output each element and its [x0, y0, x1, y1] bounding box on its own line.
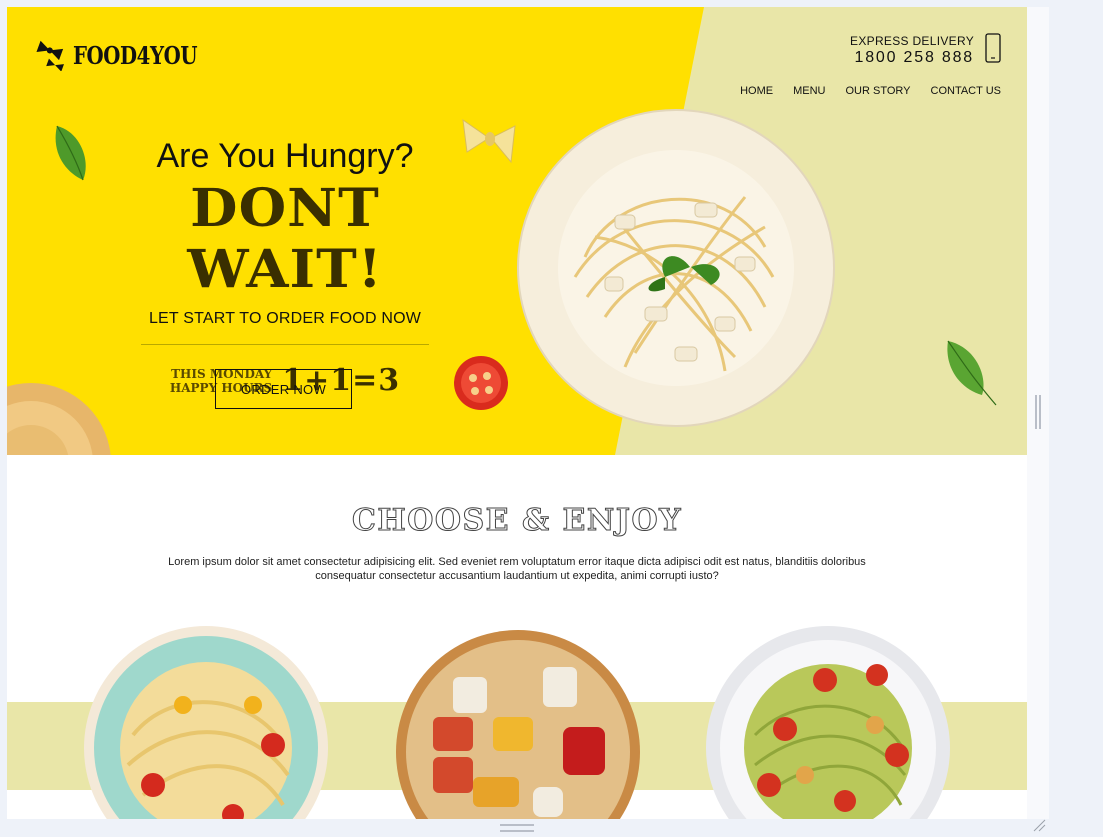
express-delivery: EXPRESS DELIVERY 1800 258 888: [850, 34, 974, 67]
hero-subtitle: Are You Hungry?: [156, 137, 414, 175]
web-page: FOOD4YOU EXPRESS DELIVERY 1800 258 888 H…: [7, 7, 1027, 819]
hero-tagline: LET START TO ORDER FOOD NOW: [148, 310, 422, 327]
nav-menu[interactable]: MENU: [793, 85, 825, 97]
express-label: EXPRESS DELIVERY: [850, 34, 974, 48]
phone-icon: [985, 33, 1001, 68]
nav-home[interactable]: HOME: [740, 85, 773, 97]
dish-tagliatelle-image[interactable]: [83, 625, 329, 819]
vertical-resize-handle[interactable]: [1035, 395, 1041, 429]
grip-icon[interactable]: [1032, 818, 1046, 832]
dish-zoodles-image[interactable]: [705, 625, 951, 819]
hero-section: FOOD4YOU EXPRESS DELIVERY 1800 258 888 H…: [7, 7, 1027, 455]
express-phone[interactable]: 1800 258 888: [850, 49, 974, 67]
section-description: Lorem ipsum dolor sit amet consectetur a…: [168, 556, 866, 582]
hero-copy: Are You Hungry? DONT WAIT! LET START TO …: [95, 137, 475, 398]
dish-bruschetta-image[interactable]: [393, 627, 643, 819]
logo[interactable]: FOOD4YOU: [33, 35, 224, 76]
horizontal-resize-handle[interactable]: [500, 824, 534, 832]
spaghetti-bundle-image: [7, 383, 111, 455]
basil-leaf-image: [55, 125, 86, 181]
main-nav: HOME MENU OUR STORY CONTACT US: [740, 85, 1001, 97]
nav-our-story[interactable]: OUR STORY: [846, 85, 911, 97]
logo-pasta-icon: [33, 35, 69, 76]
hero-divider: [141, 344, 429, 345]
hero-title: DONT WAIT!: [187, 178, 383, 300]
basil-leaf-right-image: [947, 340, 997, 406]
section-title: CHOOSE & ENJOY: [351, 503, 683, 539]
pasta-plate-image: [517, 109, 835, 427]
brand-name: FOOD4YOU: [73, 41, 198, 70]
nav-contact-us[interactable]: CONTACT US: [931, 85, 1002, 97]
order-now-button[interactable]: ORDER NOW: [215, 369, 352, 409]
